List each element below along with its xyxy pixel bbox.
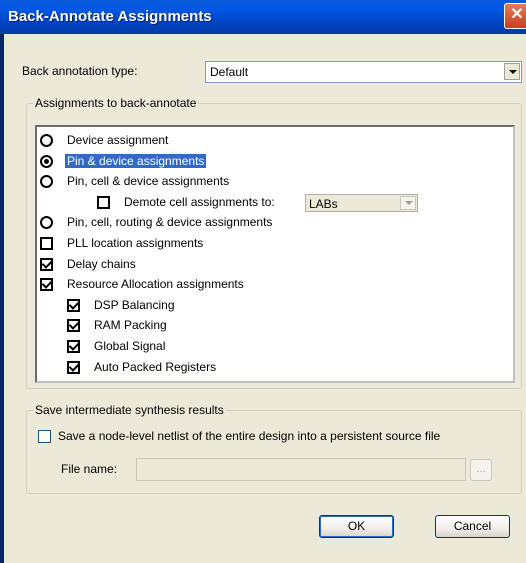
- annotation-type-label: Back annotation type:: [22, 64, 138, 78]
- pin-device-assignments-label: Pin & device assignments: [65, 153, 207, 168]
- pin-device-assignments-radio[interactable]: [40, 154, 53, 168]
- auto-packed-registers-label: Auto Packed Registers: [94, 359, 217, 374]
- browse-button[interactable]: ...: [470, 459, 492, 481]
- pin-cell-routing-device-assignments-label: Pin, cell, routing & device assignments: [67, 215, 273, 230]
- cancel-button[interactable]: Cancel: [435, 515, 510, 538]
- dsp-balancing-label: DSP Balancing: [94, 297, 175, 312]
- demote-cell-assignments-checkbox[interactable]: [97, 195, 110, 209]
- chevron-down-icon[interactable]: [504, 63, 520, 80]
- close-button[interactable]: ✕: [504, 3, 526, 29]
- assignments-group-title: Assignments to back-annotate: [33, 96, 199, 110]
- title-bar[interactable]: Back-Annotate Assignments ✕: [0, 0, 526, 34]
- dialog-window: Back-Annotate Assignments ✕ Back annotat…: [0, 0, 526, 563]
- demote-cell-assignments-label: Demote cell assignments to:: [124, 194, 275, 209]
- file-name-label: File name:: [61, 462, 118, 476]
- save-netlist-label: Save a node-level netlist of the entire …: [58, 429, 441, 443]
- ram-packing-label: RAM Packing: [94, 318, 167, 333]
- file-name-input[interactable]: [136, 458, 466, 481]
- ram-packing-checkbox[interactable]: [67, 319, 80, 333]
- dialog-body: Back annotation type: Default Assignment…: [4, 34, 526, 563]
- global-signal-label: Global Signal: [94, 339, 166, 353]
- dialog-title: Back-Annotate Assignments: [8, 8, 212, 25]
- pin-cell-device-assignments-radio[interactable]: [40, 175, 53, 189]
- assignments-list: Device assignment Pin & device assignment…: [35, 125, 515, 383]
- ok-button[interactable]: OK: [319, 515, 394, 538]
- delay-chains-label: Delay chains: [67, 256, 136, 271]
- dsp-balancing-checkbox[interactable]: [67, 298, 80, 312]
- annotation-type-value: Default: [210, 65, 249, 79]
- device-assignment-label: Device assignment: [67, 133, 169, 147]
- demote-cell-dropdown[interactable]: LABs: [305, 193, 418, 212]
- global-signal-checkbox[interactable]: [67, 340, 80, 353]
- pin-cell-routing-device-assignments-radio[interactable]: [40, 216, 53, 230]
- synthesis-group-title: Save intermediate synthesis results: [33, 403, 226, 417]
- annotation-type-dropdown[interactable]: Default: [205, 61, 522, 83]
- device-assignment-radio[interactable]: [40, 134, 53, 147]
- pin-cell-device-assignments-label: Pin, cell & device assignments: [67, 174, 230, 189]
- delay-chains-checkbox[interactable]: [40, 257, 53, 271]
- synthesis-group: Save intermediate synthesis results: [26, 403, 522, 494]
- pll-location-assignments-label: PLL location assignments: [67, 236, 204, 250]
- chevron-down-icon[interactable]: [400, 195, 416, 210]
- assignments-group: Assignments to back-annotate Device assi…: [26, 96, 522, 389]
- demote-cell-value: LABs: [309, 196, 338, 211]
- resource-allocation-assignments-label: Resource Allocation assignments: [67, 277, 244, 292]
- save-netlist-checkbox[interactable]: [38, 430, 51, 443]
- pll-location-assignments-checkbox[interactable]: [40, 237, 53, 250]
- resource-allocation-assignments-checkbox[interactable]: [40, 278, 53, 292]
- auto-packed-registers-checkbox[interactable]: [67, 360, 80, 374]
